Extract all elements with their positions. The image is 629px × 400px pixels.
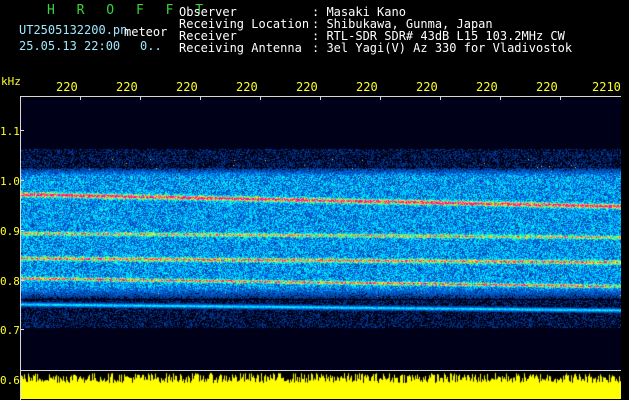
power-trace	[20, 371, 621, 399]
x-tick-mark	[80, 96, 81, 100]
x-tick-label: 220	[116, 80, 138, 94]
x-tick-label: 220	[476, 80, 498, 94]
x-tick-label: 220	[416, 80, 438, 94]
x-tick-label: 220	[176, 80, 198, 94]
y-tick-label: 1.1	[0, 125, 20, 138]
x-tick-label: 220	[56, 80, 78, 94]
antenna-value: : 3el Yagi(V) Az 330 for Vladivostok	[312, 41, 573, 55]
y-tick-mark	[20, 180, 24, 181]
event-count: 0..	[140, 39, 162, 53]
x-tick-label: 220	[356, 80, 378, 94]
y-axis-line	[20, 96, 21, 400]
timestamp: 25.05.13 22:00	[19, 39, 121, 53]
file-name: UT2505132200.pn	[19, 23, 128, 37]
y-tick-label: 0.9	[0, 225, 20, 238]
x-tick-label: 2210	[592, 80, 621, 94]
x-tick-label: 220	[236, 80, 258, 94]
y-tick-mark	[20, 130, 24, 131]
x-tick-mark	[380, 96, 381, 100]
x-tick-label: 220	[536, 80, 558, 94]
x-tick-mark	[140, 96, 141, 100]
y-tick-mark	[20, 230, 24, 231]
antenna-label: Receiving Antenna	[179, 41, 302, 55]
waterfall-spectrogram	[20, 98, 621, 370]
y-tick-mark	[20, 280, 24, 281]
x-tick-mark	[320, 96, 321, 100]
x-tick-mark	[200, 96, 201, 100]
x-tick-mark	[440, 96, 441, 100]
mode-label: meteor	[124, 25, 168, 39]
x-tick-mark	[260, 96, 261, 100]
y-tick-label: 0.8	[0, 275, 20, 288]
x-tick-mark	[500, 96, 501, 100]
baseline-line	[20, 370, 621, 371]
y-axis-unit: kHz	[1, 75, 21, 88]
x-tick-label: 220	[296, 80, 318, 94]
x-tick-mark	[560, 96, 561, 100]
hrofft-window: H R O F F T UT2505132200.pn meteor 25.05…	[0, 0, 629, 400]
y-tick-label: 0.7	[0, 324, 20, 337]
y-tick-label: 0.6	[0, 374, 20, 387]
y-tick-mark	[20, 329, 24, 330]
y-tick-label: 1.0	[0, 175, 20, 188]
